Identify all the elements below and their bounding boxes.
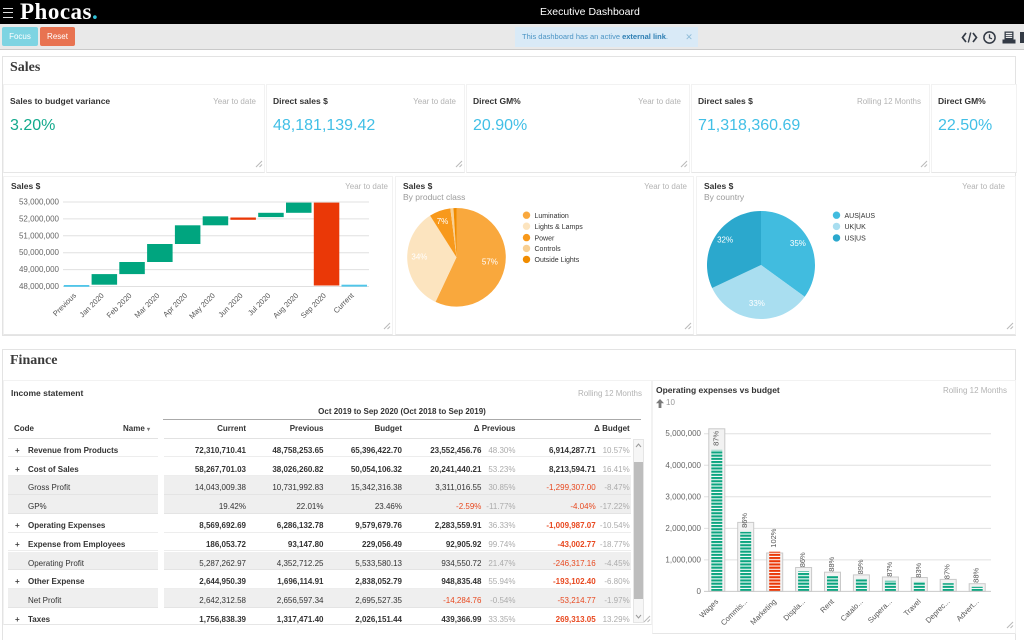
svg-text:Feb 2020: Feb 2020: [105, 291, 134, 320]
svg-text:AUS|AUS: AUS|AUS: [845, 213, 876, 220]
svg-text:35%: 35%: [790, 239, 806, 248]
svg-text:Marketing: Marketing: [748, 597, 778, 627]
svg-text:4,000,000: 4,000,000: [665, 461, 701, 470]
svg-text:53,000,000: 53,000,000: [19, 198, 60, 207]
svg-text:86%: 86%: [740, 513, 749, 528]
svg-text:83%: 83%: [914, 562, 923, 577]
svg-text:Jan 2020: Jan 2020: [78, 291, 106, 319]
svg-text:May 2020: May 2020: [187, 291, 217, 321]
svg-text:Jun 2020: Jun 2020: [216, 291, 244, 319]
svg-text:Lights & Lamps: Lights & Lamps: [535, 224, 584, 231]
svg-text:88%: 88%: [972, 567, 981, 582]
svg-text:Commis...: Commis...: [719, 597, 749, 627]
svg-text:Power: Power: [535, 235, 556, 242]
svg-text:49,000,000: 49,000,000: [19, 265, 60, 274]
svg-text:Lumination: Lumination: [535, 213, 569, 220]
svg-text:50,000,000: 50,000,000: [19, 248, 60, 257]
svg-text:1,000,000: 1,000,000: [665, 555, 701, 564]
svg-text:89%: 89%: [856, 559, 865, 574]
svg-text:7%: 7%: [437, 217, 449, 226]
svg-text:Rent: Rent: [818, 596, 836, 614]
svg-text:Wages: Wages: [698, 597, 721, 620]
svg-text:87%: 87%: [711, 431, 720, 446]
svg-text:48,000,000: 48,000,000: [19, 282, 60, 291]
svg-text:Sep 2020: Sep 2020: [299, 291, 328, 320]
svg-text:Previous: Previous: [51, 291, 78, 318]
svg-text:Outside Lights: Outside Lights: [535, 257, 580, 264]
svg-text:32%: 32%: [717, 236, 733, 245]
svg-text:86%: 86%: [798, 552, 807, 567]
svg-text:87%: 87%: [943, 564, 952, 579]
svg-text:57%: 57%: [482, 257, 498, 266]
svg-text:Travel: Travel: [902, 597, 923, 618]
svg-text:UK|UK: UK|UK: [845, 224, 867, 231]
svg-text:Jul 2020: Jul 2020: [246, 291, 272, 317]
svg-text:51,000,000: 51,000,000: [19, 231, 60, 240]
svg-text:52,000,000: 52,000,000: [19, 214, 60, 223]
svg-text:3,000,000: 3,000,000: [665, 492, 701, 501]
svg-text:Catalo...: Catalo...: [839, 597, 865, 623]
svg-text:Advert...: Advert...: [954, 597, 980, 623]
svg-text:Aug 2020: Aug 2020: [271, 291, 300, 320]
svg-text:Controls: Controls: [535, 246, 562, 253]
svg-text:33%: 33%: [749, 299, 765, 308]
svg-text:Current: Current: [332, 290, 357, 315]
svg-text:Deprec...: Deprec...: [924, 597, 952, 625]
svg-text:0: 0: [697, 587, 702, 596]
svg-text:Displa...: Displa...: [781, 597, 807, 623]
svg-text:102%: 102%: [769, 528, 778, 548]
svg-text:Apr 2020: Apr 2020: [161, 291, 189, 319]
svg-text:34%: 34%: [411, 252, 427, 261]
svg-text:88%: 88%: [827, 556, 836, 571]
svg-text:Mar 2020: Mar 2020: [133, 291, 162, 320]
svg-text:US|US: US|US: [845, 236, 867, 243]
svg-text:Supera...: Supera...: [866, 597, 894, 625]
svg-text:87%: 87%: [885, 561, 894, 576]
svg-text:5,000,000: 5,000,000: [665, 429, 701, 438]
svg-text:2,000,000: 2,000,000: [665, 524, 701, 533]
